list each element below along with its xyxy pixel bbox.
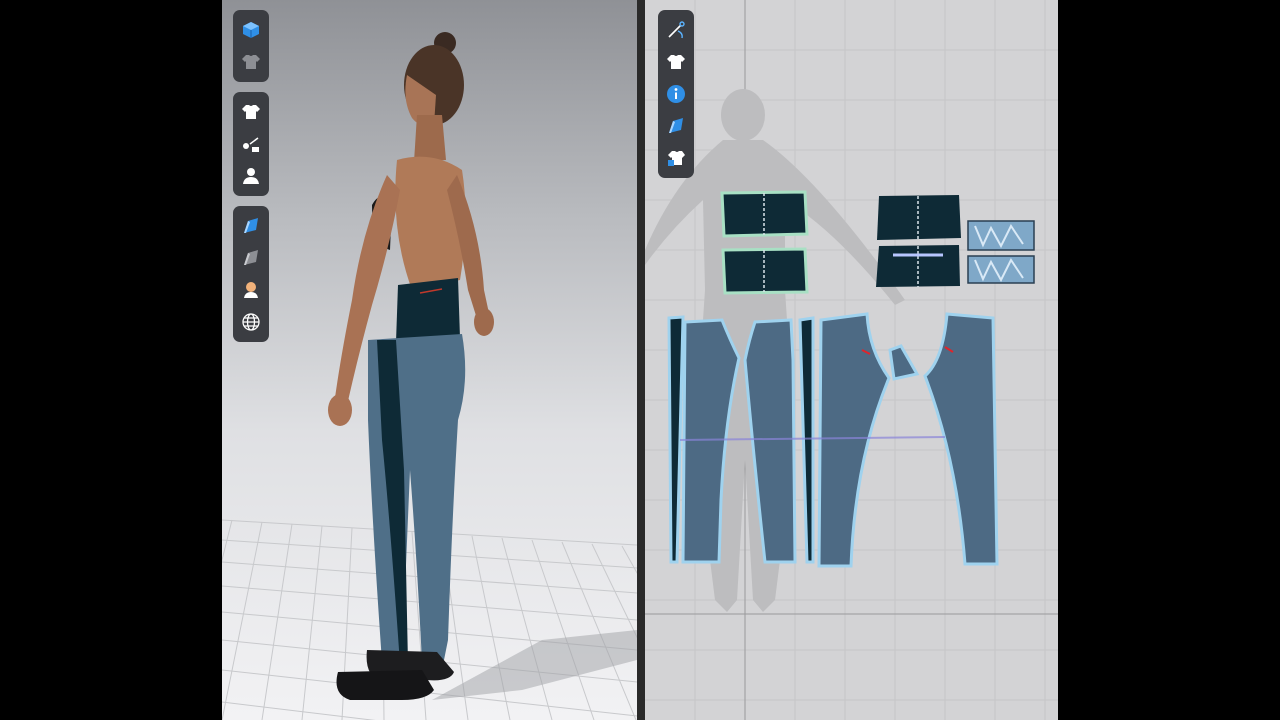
garment-lock-icon[interactable] xyxy=(662,144,690,172)
3d-scene xyxy=(222,32,637,720)
garment-texture-icon[interactable] xyxy=(237,48,265,76)
texture-swatches xyxy=(967,220,1035,284)
garment-icon[interactable] xyxy=(237,98,265,126)
pattern-canvas xyxy=(645,0,1058,720)
toolbar-3d-group-display xyxy=(233,10,269,82)
fabric-icon[interactable] xyxy=(662,112,690,140)
shadow-icon[interactable] xyxy=(237,244,265,272)
avatar-figure xyxy=(328,32,494,700)
garment-icon[interactable] xyxy=(662,48,690,76)
fabric-icon[interactable] xyxy=(237,212,265,240)
toolbar-3d-group-garment xyxy=(233,92,269,196)
toolbar-2d xyxy=(658,10,694,178)
skin-icon[interactable] xyxy=(237,276,265,304)
display-3d-icon[interactable] xyxy=(237,16,265,44)
3d-viewport[interactable] xyxy=(222,0,637,720)
avatar-icon[interactable] xyxy=(237,162,265,190)
sewing-icon[interactable] xyxy=(237,130,265,158)
info-icon[interactable] xyxy=(662,80,690,108)
2d-pattern-viewport[interactable] xyxy=(645,0,1058,720)
toolbar-3d-group-render xyxy=(233,206,269,342)
edit-needle-icon[interactable] xyxy=(662,16,690,44)
panel-divider[interactable] xyxy=(637,0,645,720)
waistband-pieces-right xyxy=(876,195,961,287)
environment-icon[interactable] xyxy=(237,308,265,336)
